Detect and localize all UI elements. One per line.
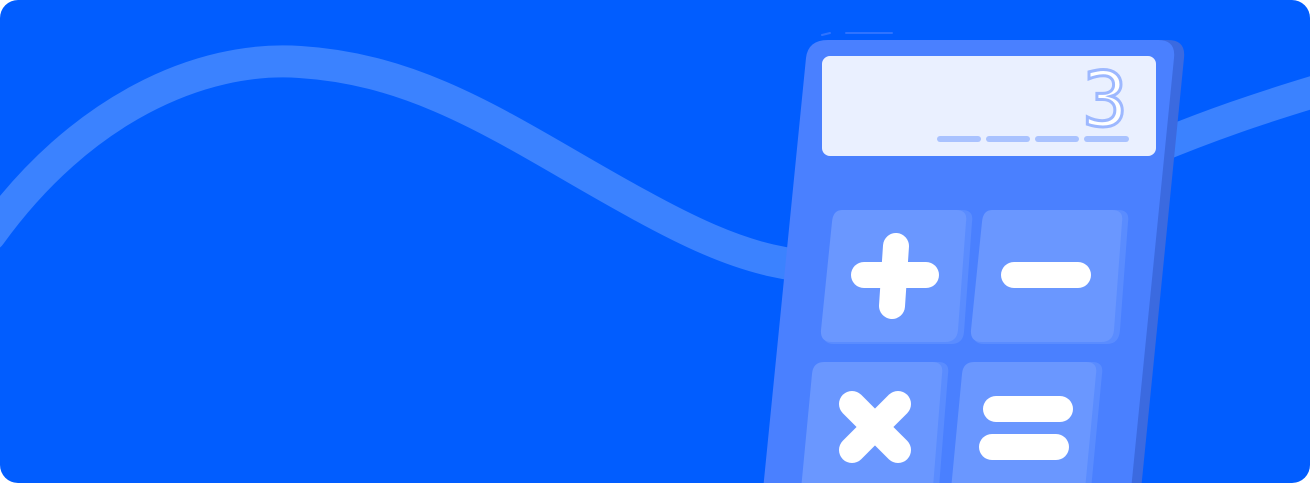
plus-key [820, 210, 973, 344]
hero-banner: 3 [0, 0, 1310, 483]
multiply-key [801, 362, 949, 483]
banner-illustration: 3 [0, 0, 1310, 483]
calculator-display-value: 3 [1082, 55, 1128, 144]
minus-key [970, 210, 1129, 344]
equals-key [951, 362, 1103, 483]
calculator-illustration: 3 [763, 32, 1185, 483]
multiply-icon [839, 391, 911, 463]
